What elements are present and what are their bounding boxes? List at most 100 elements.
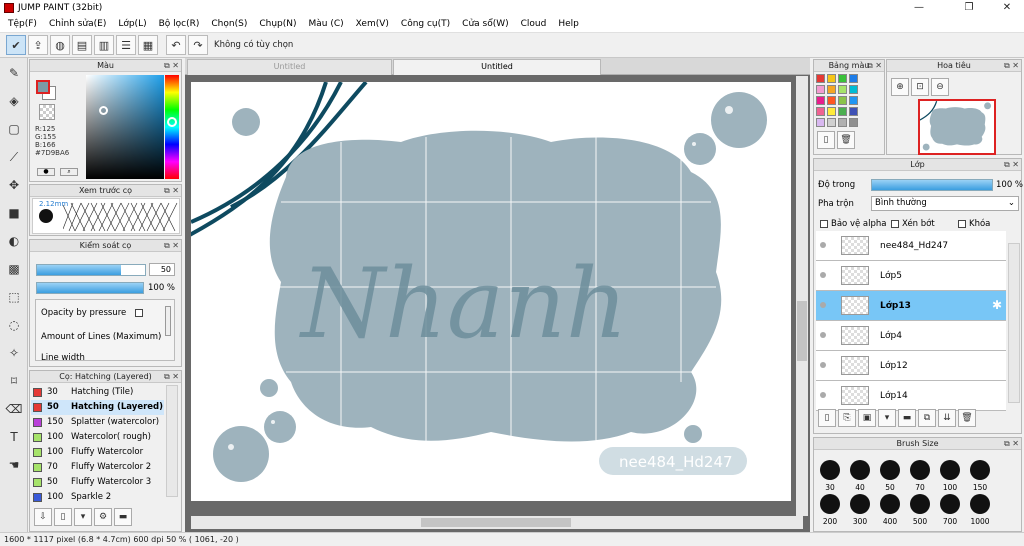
brush-list-item[interactable]: 30 Hatching (Tile) xyxy=(31,385,164,400)
lasso-tool-icon[interactable]: ◌ xyxy=(3,314,25,336)
color-swatch[interactable] xyxy=(827,96,836,105)
layer-opacity-bar[interactable] xyxy=(871,179,993,191)
layer-row[interactable]: Lớp13 ✱ xyxy=(816,291,1006,321)
panel-close-icon[interactable]: ⧉ ✕ xyxy=(1004,438,1019,450)
grid-check-icon[interactable]: ▦ xyxy=(138,35,158,55)
canvas-vertical-scrollbar[interactable] xyxy=(796,76,808,516)
brush-folder-icon[interactable]: ▬ xyxy=(114,508,132,526)
merge-layer-icon[interactable]: ⇊ xyxy=(938,409,956,427)
color-swatch[interactable] xyxy=(827,74,836,83)
delete-layer-icon[interactable]: 🗑 xyxy=(958,409,976,427)
visibility-eye-icon[interactable] xyxy=(820,392,826,398)
page-icon[interactable]: ▥ xyxy=(94,35,114,55)
menu-window[interactable]: Cửa sổ(W) xyxy=(456,19,514,29)
tab-untitled-2[interactable]: Untitled xyxy=(393,59,601,75)
menu-cloud[interactable]: Cloud xyxy=(515,19,553,29)
layers-scrollbar[interactable] xyxy=(1008,243,1020,403)
menu-tools[interactable]: Công cụ(T) xyxy=(395,19,456,29)
maximize-button[interactable]: ❐ xyxy=(954,0,984,16)
brush-size-dot[interactable] xyxy=(910,494,930,514)
main-color-swatch[interactable] xyxy=(36,80,50,94)
brush-list-item[interactable]: 100 Watercolor( rough) xyxy=(31,430,164,445)
layer-row[interactable]: Lớp5 xyxy=(816,261,1006,291)
menu-layer[interactable]: Lớp(L) xyxy=(112,19,152,29)
brush-settings-icon[interactable]: ⚙ xyxy=(94,508,112,526)
fit-view-icon[interactable]: ⊡ xyxy=(911,78,929,96)
menu-file[interactable]: Tệp(F) xyxy=(2,19,43,29)
layer-row[interactable]: Lớp14 xyxy=(816,381,1006,411)
opacity-by-pressure-checkbox[interactable] xyxy=(134,308,143,317)
panel-close-icon[interactable]: ⧉ ✕ xyxy=(164,60,179,72)
color-swatch[interactable] xyxy=(816,74,825,83)
color-swatch[interactable] xyxy=(827,107,836,116)
transparent-color-swatch[interactable] xyxy=(39,104,55,120)
panel-close-icon[interactable]: ⧉ ✕ xyxy=(164,185,179,197)
brush-tool-icon[interactable]: ✎ xyxy=(3,62,25,84)
brush-list-item[interactable]: 100 Fluffy Watercolor xyxy=(31,445,164,460)
brush-list-item[interactable]: 50 Fluffy Watercolor 3 xyxy=(31,475,164,490)
color-swatch[interactable] xyxy=(838,107,847,116)
color-mode-icon[interactable]: ● xyxy=(37,168,55,176)
select-pen-tool-icon[interactable]: ⌑ xyxy=(3,370,25,392)
menu-edit[interactable]: Chỉnh sửa(E) xyxy=(43,19,112,29)
color-swatch[interactable] xyxy=(827,118,836,127)
menu-select[interactable]: Chọn(S) xyxy=(205,19,253,29)
hue-cursor[interactable] xyxy=(167,117,177,127)
layer-menu-icon[interactable]: ▾ xyxy=(878,409,896,427)
duplicate-layer-icon[interactable]: ⧉ xyxy=(918,409,936,427)
hue-slider[interactable] xyxy=(165,75,179,179)
line-tool-icon[interactable]: ⟋ xyxy=(3,146,25,168)
protect-alpha-option[interactable]: Bảo vệ alpha xyxy=(820,219,886,229)
visibility-eye-icon[interactable] xyxy=(820,302,826,308)
color-swatch[interactable] xyxy=(816,85,825,94)
color-swatch[interactable] xyxy=(849,74,858,83)
visibility-eye-icon[interactable] xyxy=(820,332,826,338)
brush-size-dot[interactable] xyxy=(910,460,930,480)
visibility-eye-icon[interactable] xyxy=(820,272,826,278)
new-halftone-layer-icon[interactable]: ▣ xyxy=(858,409,876,427)
new-folder-icon[interactable]: ▬ xyxy=(898,409,916,427)
clipping-option[interactable]: Xén bớt xyxy=(891,219,935,229)
brush-opacity-bar[interactable] xyxy=(36,282,144,294)
blend-mode-select[interactable]: Bình thường ⌄ xyxy=(871,196,1019,211)
bucket-tool-icon[interactable]: ◐ xyxy=(3,230,25,252)
color-swatch[interactable] xyxy=(838,74,847,83)
fill-rect-tool-icon[interactable]: ■ xyxy=(3,202,25,224)
vertical-scroll-thumb[interactable] xyxy=(797,301,807,361)
menu-capture[interactable]: Chụp(N) xyxy=(253,19,302,29)
menu-filter[interactable]: Bộ lọc(R) xyxy=(153,19,206,29)
color-swatch[interactable] xyxy=(838,85,847,94)
sv-cursor[interactable] xyxy=(99,106,108,115)
delete-swatch-icon[interactable]: 🗑 xyxy=(837,131,855,149)
brush-size-dot[interactable] xyxy=(880,460,900,480)
gradient-tool-icon[interactable]: ▩ xyxy=(3,258,25,280)
color-picker-icon[interactable]: ⌕ xyxy=(60,168,78,176)
zoom-out-icon[interactable]: ⊖ xyxy=(931,78,949,96)
brush-size-dot[interactable] xyxy=(850,460,870,480)
protect-alpha-checkbox[interactable] xyxy=(820,219,828,228)
add-swatch-icon[interactable]: ▯ xyxy=(817,131,835,149)
lock-option[interactable]: Khóa xyxy=(958,219,990,229)
new-layer-icon[interactable]: ▯ xyxy=(818,409,836,427)
color-swatch[interactable] xyxy=(816,96,825,105)
move-tool-icon[interactable]: ✥ xyxy=(3,174,25,196)
brush-download-icon[interactable]: ⇩ xyxy=(34,508,52,526)
select-eraser-tool-icon[interactable]: ⌫ xyxy=(3,398,25,420)
text-tool-icon[interactable]: T xyxy=(3,426,25,448)
drawing-canvas[interactable]: Nhanh nee484_Hd247 xyxy=(191,82,791,501)
clipping-checkbox[interactable] xyxy=(891,219,899,228)
brush-list-item[interactable]: 150 Splatter (watercolor) xyxy=(31,415,164,430)
panel-close-icon[interactable]: ⧉ ✕ xyxy=(1004,159,1019,171)
tab-untitled-1[interactable]: Untitled xyxy=(187,59,392,75)
navigator-thumbnail[interactable] xyxy=(918,99,996,155)
share-icon[interactable]: ⇪ xyxy=(28,35,48,55)
panel-close-icon[interactable]: ⧉ ✕ xyxy=(164,371,179,383)
brush-size-dot[interactable] xyxy=(820,494,840,514)
magic-wand-tool-icon[interactable]: ✧ xyxy=(3,342,25,364)
color-swatch[interactable] xyxy=(849,107,858,116)
menu-color[interactable]: Màu (C) xyxy=(303,19,350,29)
brush-size-dot[interactable] xyxy=(940,460,960,480)
horizontal-scroll-thumb[interactable] xyxy=(421,518,571,527)
color-swatch[interactable] xyxy=(849,118,858,127)
panel-close-icon[interactable]: ⧉ ✕ xyxy=(867,60,882,72)
